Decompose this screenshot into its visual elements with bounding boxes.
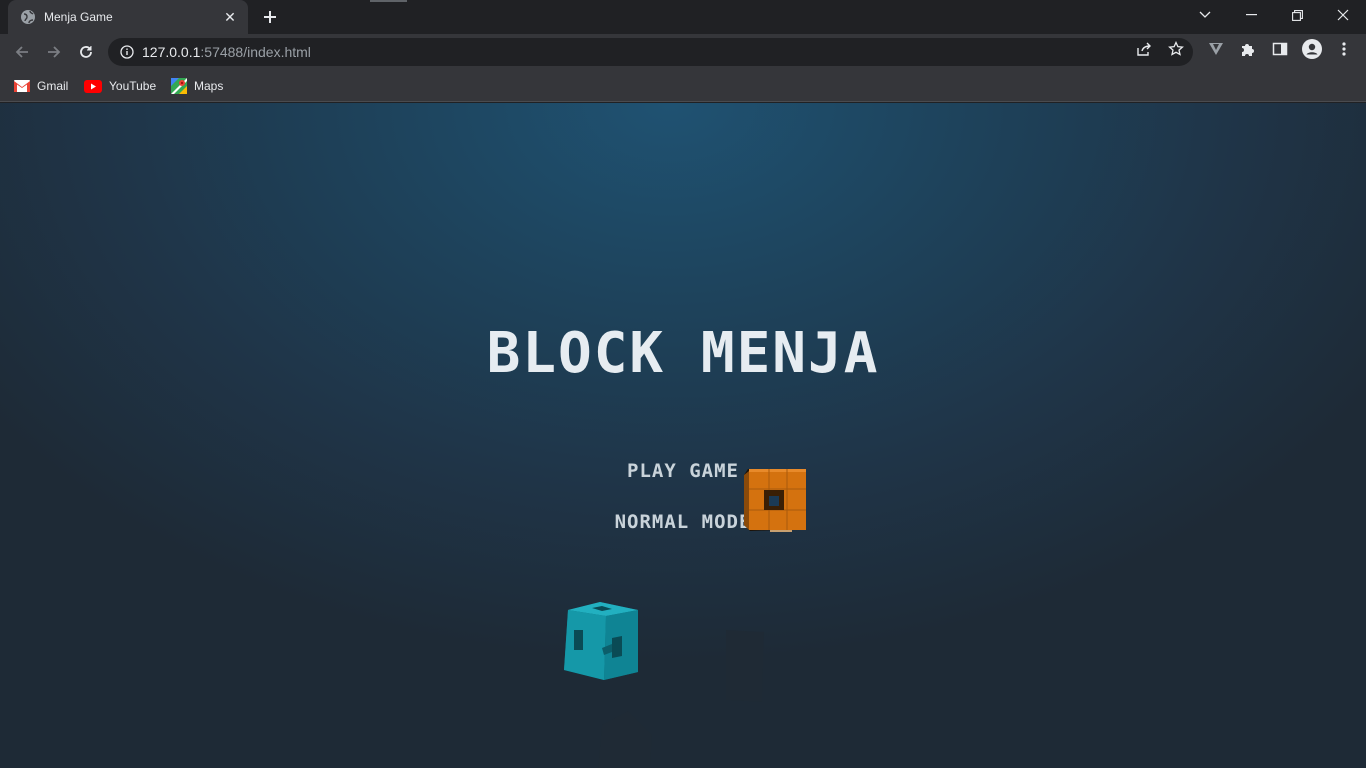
url-text: 127.0.0.1:57488/index.html xyxy=(142,44,311,60)
site-info-icon[interactable] xyxy=(120,45,134,59)
url-path: :57488/index.html xyxy=(200,44,311,60)
restore-icon xyxy=(1291,9,1303,21)
extensions-puzzle-icon[interactable] xyxy=(1239,40,1257,58)
back-arrow-icon xyxy=(15,46,28,58)
teal-cube[interactable] xyxy=(560,600,644,684)
mode-toggle-button[interactable]: NORMAL MODE xyxy=(0,511,1366,533)
restore-button[interactable] xyxy=(1274,0,1320,30)
tab-close-button[interactable]: ✕ xyxy=(222,9,238,25)
orange-cube[interactable] xyxy=(740,465,810,535)
reload-icon xyxy=(80,46,92,58)
gmail-icon xyxy=(14,78,30,94)
game-title: BLOCK MENJA xyxy=(486,321,880,386)
close-icon xyxy=(1337,9,1349,21)
drag-indicator xyxy=(370,0,407,2)
minimize-icon xyxy=(1245,14,1257,16)
tab-search-button[interactable] xyxy=(1182,0,1228,30)
browser-tab[interactable]: Menja Game ✕ xyxy=(8,0,248,34)
chevron-down-icon xyxy=(1199,11,1211,18)
bookmark-gmail[interactable]: Gmail xyxy=(14,76,68,96)
minimize-button[interactable] xyxy=(1228,0,1274,30)
extension-v-icon[interactable] xyxy=(1207,40,1225,58)
bookmark-youtube[interactable]: YouTube xyxy=(84,76,156,96)
bookmark-label: Gmail xyxy=(37,79,69,93)
back-button[interactable] xyxy=(8,38,36,66)
dark-block-bottom xyxy=(598,711,652,768)
address-bar[interactable]: 127.0.0.1:57488/index.html xyxy=(108,38,1193,66)
reload-button[interactable] xyxy=(72,38,100,66)
bookmarks-bar: Gmail YouTube Maps xyxy=(0,70,1366,102)
url-host: 127.0.0.1 xyxy=(142,44,201,60)
bookmark-label: Maps xyxy=(194,79,224,93)
bookmark-maps[interactable]: Maps xyxy=(171,76,223,96)
play-game-button[interactable]: PLAY GAME xyxy=(0,460,1366,482)
maps-icon xyxy=(171,78,187,94)
profile-avatar-icon[interactable] xyxy=(1302,39,1322,59)
forward-button[interactable] xyxy=(40,38,68,66)
dark-block xyxy=(726,630,764,702)
game-viewport[interactable]: BLOCK MENJA PLAY GAME NORMAL MODE xyxy=(0,103,1366,768)
youtube-icon xyxy=(84,78,102,94)
menu-kebab-icon[interactable] xyxy=(1335,40,1353,58)
browser-toolbar: 127.0.0.1:57488/index.html xyxy=(0,34,1366,70)
bookmark-label: YouTube xyxy=(109,79,157,93)
tab-title: Menja Game xyxy=(44,10,113,24)
forward-arrow-icon xyxy=(48,46,61,58)
window-close-button[interactable] xyxy=(1320,0,1366,30)
globe-icon xyxy=(20,9,36,25)
share-icon[interactable] xyxy=(1135,40,1153,58)
browser-title-bar: Menja Game ✕ xyxy=(0,0,1366,34)
new-tab-button[interactable] xyxy=(259,6,281,28)
side-panel-icon[interactable] xyxy=(1271,40,1289,58)
bookmark-star-icon[interactable] xyxy=(1167,40,1185,58)
